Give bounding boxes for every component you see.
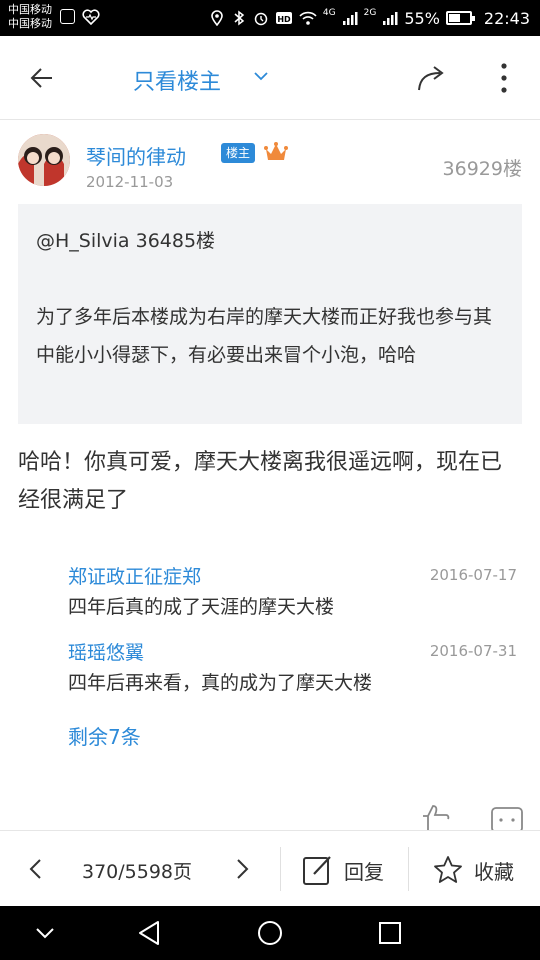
quote-mention[interactable]: @H_Silvia 36485楼 [36, 226, 215, 253]
carrier-info: 中国移动 中国移动 [8, 3, 52, 31]
status-bar: 中国移动 中国移动 HD 4G 2G 55% 22:43 [0, 0, 540, 36]
system-nav-bar [0, 906, 540, 960]
like-icon[interactable] [420, 804, 452, 830]
quoted-post: @H_Silvia 36485楼 为了多年后本楼成为右岸的摩天大楼而正好我也参与… [18, 204, 522, 424]
page-indicator[interactable]: 370/5598页 [82, 857, 192, 884]
chevron-right-icon[interactable] [232, 857, 252, 881]
favorite-button[interactable]: 收藏 [432, 853, 514, 887]
clock: 22:43 [483, 8, 530, 28]
status-icons: HD 4G 2G 55% 22:43 [209, 0, 530, 36]
more-replies-link[interactable]: 剩余7条 [68, 721, 141, 750]
reply-text: 四年后真的成了天涯的摩天大楼 [68, 596, 335, 618]
filter-title[interactable]: 只看楼主 [133, 64, 221, 96]
signal-2-icon [383, 12, 398, 25]
divider [280, 847, 281, 891]
health-icon [82, 9, 100, 25]
reply-button-label: 回复 [344, 859, 384, 884]
avatar[interactable] [18, 134, 70, 186]
reply-date: 2016-07-31 [429, 642, 517, 660]
battery-fill [448, 14, 460, 22]
share-icon[interactable] [416, 64, 448, 92]
divider [408, 847, 409, 891]
author-name[interactable]: 琴间的律动 [86, 141, 186, 170]
nav-down-icon[interactable] [34, 919, 56, 947]
back-arrow-icon[interactable] [28, 64, 56, 92]
reply-button[interactable]: 回复 [302, 853, 384, 887]
quote-body: 为了多年后本楼成为右岸的摩天大楼而正好我也参与其中能小小得瑟下，有必要出来冒个小… [36, 306, 493, 366]
location-icon [211, 10, 223, 26]
network-type-2: 2G [363, 8, 377, 18]
reply-date: 2016-07-17 [429, 566, 517, 584]
edit-icon [303, 856, 331, 885]
comment-icon[interactable] [490, 806, 524, 830]
battery-percent: 55% [404, 8, 440, 28]
nav-home-icon[interactable] [256, 919, 284, 947]
bluetooth-icon [234, 10, 245, 26]
carrier-1: 中国移动 [8, 3, 52, 16]
notification-app-icon [60, 9, 75, 24]
wifi-icon [299, 11, 317, 25]
post-date: 2012-11-03 [86, 173, 174, 191]
network-type-1: 4G [322, 8, 336, 18]
floor-number: 36929楼 [442, 158, 522, 180]
host-badge: 楼主 [221, 143, 255, 163]
crown-icon [264, 142, 288, 160]
more-vert-icon[interactable] [498, 62, 510, 94]
signal-1-icon [342, 12, 358, 25]
star-icon [434, 856, 462, 883]
alarm-icon [254, 12, 268, 26]
svg-text:HD: HD [277, 15, 291, 24]
bottom-toolbar: 370/5598页 回复 收藏 [0, 830, 540, 906]
hd-icon: HD [275, 12, 292, 24]
battery-icon [445, 11, 475, 25]
chevron-down-icon[interactable] [252, 69, 270, 83]
nav-recents-icon[interactable] [377, 919, 403, 947]
reply-user[interactable]: 郑证政正征症郑 [68, 562, 201, 589]
nav-back-icon[interactable] [136, 919, 162, 947]
chevron-left-icon[interactable] [26, 857, 46, 881]
favorite-button-label: 收藏 [474, 859, 514, 884]
top-bar: 只看楼主 [0, 36, 540, 120]
reply-text: 四年后再来看，真的成为了摩天大楼 [68, 672, 373, 694]
post-content: 哈哈！你真可爱，摩天大楼离我很遥远啊，现在已经很满足了 [18, 450, 503, 513]
reply-user[interactable]: 瑶瑶悠翼 [68, 638, 144, 665]
carrier-2: 中国移动 [8, 17, 52, 30]
